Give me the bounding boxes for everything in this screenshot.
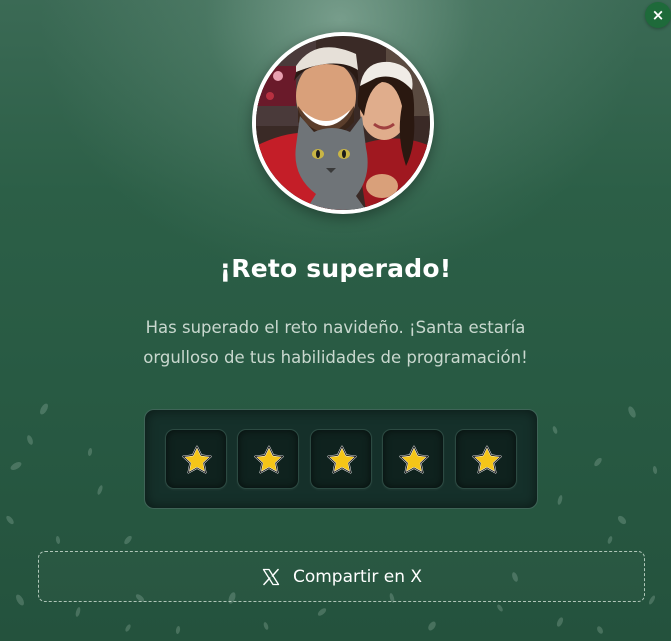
- x-logo-icon: [262, 568, 280, 585]
- star-icon: [254, 445, 284, 474]
- challenge-complete-modal: × ¡Reto superado! Has superado el reto n…: [0, 0, 671, 641]
- message-line-2: orgulloso de tus habilidades de programa…: [143, 348, 528, 367]
- modal-title: ¡Reto superado!: [219, 254, 452, 283]
- star-slot-1: [165, 429, 227, 489]
- close-button[interactable]: ×: [645, 2, 671, 28]
- avatar: [252, 32, 434, 214]
- share-button-label: Compartir en X: [292, 566, 423, 587]
- star-slot-3: [310, 429, 372, 489]
- star-rating: [144, 409, 538, 509]
- star-icon: [472, 445, 502, 474]
- modal-message: Has superado el reto navideño. ¡Santa es…: [110, 313, 561, 373]
- star-slot-4: [382, 429, 444, 489]
- star-icon: [399, 445, 429, 474]
- message-line-1: Has superado el reto navideño. ¡Santa es…: [145, 318, 526, 337]
- avatar-photo: [256, 36, 430, 210]
- share-on-x-button[interactable]: Compartir en X: [38, 551, 645, 602]
- star-icon: [327, 445, 357, 474]
- star-icon: [182, 445, 212, 474]
- star-slot-5: [455, 429, 517, 489]
- star-slot-2: [237, 429, 299, 489]
